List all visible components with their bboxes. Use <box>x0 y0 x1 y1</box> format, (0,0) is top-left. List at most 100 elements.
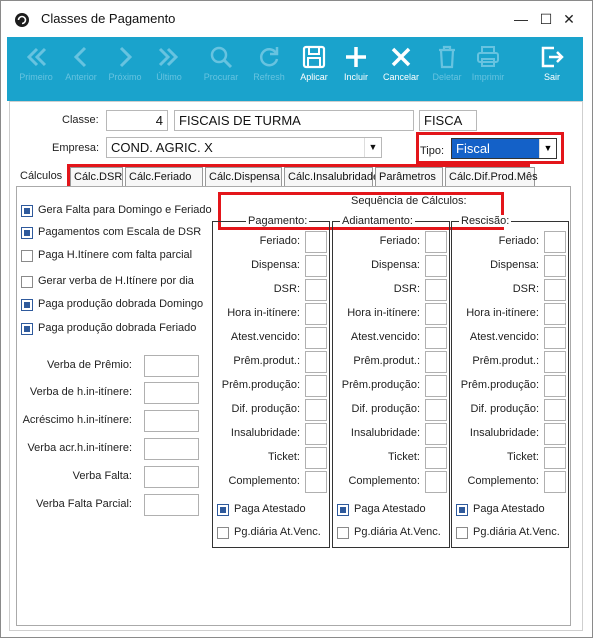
sequencia-row-label: Dif. produção: <box>351 403 420 415</box>
calculos-panel: Gera Falta para Domingo e Feriado Pagamen… <box>16 186 571 626</box>
verba-field[interactable] <box>144 382 199 404</box>
sequencia-order-field[interactable] <box>305 231 327 253</box>
sequencia-order-field[interactable] <box>305 399 327 421</box>
refresh-button[interactable]: Refresh <box>247 41 291 97</box>
sequencia-order-field[interactable] <box>425 399 447 421</box>
close-window-button[interactable]: ✕ <box>557 9 581 29</box>
sequencia-row-label: Prêm.produção: <box>221 379 300 391</box>
sequencia-order-field[interactable] <box>305 255 327 277</box>
sequencia-order-field[interactable] <box>425 279 447 301</box>
classe-code-field[interactable]: 4 <box>106 110 168 131</box>
sair-button[interactable]: Sair <box>530 41 574 97</box>
deletar-button[interactable]: Deletar <box>425 41 469 97</box>
verba-field[interactable] <box>144 410 199 432</box>
sequencia-row-label: Feriado: <box>498 235 539 247</box>
sequencia-title: Sequência de Cálculos: <box>351 195 467 207</box>
verba-label: Verba Falta Parcial: <box>36 498 132 510</box>
sequencia-row-label: Dif. produção: <box>470 403 539 415</box>
sequencia-order-field[interactable] <box>425 255 447 277</box>
sequencia-order-field[interactable] <box>425 375 447 397</box>
minimize-button[interactable]: — <box>509 9 533 29</box>
pg-diaria-checkbox[interactable] <box>456 527 468 539</box>
primeiro-button[interactable]: Primeiro <box>14 41 58 97</box>
verba-field[interactable] <box>144 494 199 516</box>
paga-atestado-checkbox[interactable] <box>456 504 468 516</box>
sequencia-order-field[interactable] <box>305 471 327 493</box>
sequencia-order-field[interactable] <box>305 375 327 397</box>
tipo-select[interactable]: Fiscal ▼ <box>451 138 557 159</box>
paga-atestado-checkbox[interactable] <box>337 504 349 516</box>
sequencia-order-field[interactable] <box>425 351 447 373</box>
sequencia-order-field[interactable] <box>425 471 447 493</box>
incluir-button[interactable]: Incluir <box>334 41 378 97</box>
paga-atestado-checkbox[interactable] <box>217 504 229 516</box>
sequencia-order-field[interactable] <box>544 255 566 277</box>
tab-c-lc-dsr[interactable]: Cálc.DSR <box>70 167 123 187</box>
sequencia-order-field[interactable] <box>305 423 327 445</box>
sequencia-order-field[interactable] <box>544 303 566 325</box>
ultimo-button[interactable]: Último <box>147 41 191 97</box>
ultimo-label: Último <box>156 72 182 82</box>
sequencia-order-field[interactable] <box>544 447 566 469</box>
classe-abbrev-field[interactable]: FISCA <box>419 110 477 131</box>
maximize-button[interactable]: ☐ <box>534 9 558 29</box>
sequencia-row-label: Complemento: <box>348 475 420 487</box>
checkbox-4[interactable] <box>21 299 33 311</box>
sequencia-order-field[interactable] <box>305 327 327 349</box>
verba-label: Verba acr.h.in-itínere: <box>27 442 132 454</box>
form-area: Classe: 4 FISCAIS DE TURMA FISCA Empresa… <box>9 101 583 631</box>
plus-icon <box>346 47 366 67</box>
sequencia-row-label: Feriado: <box>259 235 300 247</box>
checkbox-2[interactable] <box>21 250 33 262</box>
aplicar-button[interactable]: Aplicar <box>292 41 336 97</box>
sequencia-order-field[interactable] <box>544 399 566 421</box>
checkbox-label: Gerar verba de H.Itínere por dia <box>38 275 194 287</box>
sequencia-order-field[interactable] <box>425 231 447 253</box>
sequencia-row-label: Insalubridade: <box>230 427 300 439</box>
imprimir-button[interactable]: Imprimir <box>466 41 510 97</box>
pg-diaria-checkbox[interactable] <box>337 527 349 539</box>
sequencia-order-field[interactable] <box>425 447 447 469</box>
proximo-button[interactable]: Próximo <box>103 41 147 97</box>
title-bar: Classes de Pagamento — ☐ ✕ <box>1 1 592 37</box>
sequencia-order-field[interactable] <box>544 279 566 301</box>
sequencia-order-field[interactable] <box>305 447 327 469</box>
sequencia-order-field[interactable] <box>305 279 327 301</box>
tab-c-lc-feriado[interactable]: Cálc.Feriado <box>125 167 203 187</box>
tab-c-lc-dispensa[interactable]: Cálc.Dispensa <box>205 167 282 187</box>
sequencia-order-field[interactable] <box>544 231 566 253</box>
sequencia-order-field[interactable] <box>544 423 566 445</box>
sequencia-order-field[interactable] <box>305 303 327 325</box>
primeiro-label: Primeiro <box>19 72 53 82</box>
pg-diaria-checkbox[interactable] <box>217 527 229 539</box>
procurar-button[interactable]: Procurar <box>199 41 243 97</box>
verba-field[interactable] <box>144 438 199 460</box>
sequencia-order-field[interactable] <box>425 423 447 445</box>
aplicar-label: Aplicar <box>300 72 328 82</box>
sequencia-order-field[interactable] <box>425 303 447 325</box>
tab-calculos[interactable]: Cálculos <box>20 170 62 182</box>
sequencia-order-field[interactable] <box>425 327 447 349</box>
tab-c-lc-dif-prod-m-s[interactable]: Cálc.Dif.Prod.Mês <box>445 167 538 187</box>
sequencia-row-label: DSR: <box>273 283 300 295</box>
sequencia-order-field[interactable] <box>544 471 566 493</box>
checkbox-1[interactable] <box>21 227 33 239</box>
sequencia-order-field[interactable] <box>544 351 566 373</box>
sequencia-order-field[interactable] <box>544 375 566 397</box>
verba-field[interactable] <box>144 466 199 488</box>
cancelar-button[interactable]: Cancelar <box>379 41 423 97</box>
toolbar: Primeiro Anterior Próximo Último Procurar Ref… <box>7 37 583 101</box>
exit-icon <box>541 46 564 68</box>
checkbox-3[interactable] <box>21 276 33 288</box>
checkbox-0[interactable] <box>21 205 33 217</box>
sequencia-order-field[interactable] <box>544 327 566 349</box>
empresa-select[interactable]: COND. AGRIC. X ▼ <box>106 137 382 158</box>
classe-name-field[interactable]: FISCAIS DE TURMA <box>174 110 414 131</box>
checkbox-5[interactable] <box>21 323 33 335</box>
verba-field[interactable] <box>144 355 199 377</box>
anterior-button[interactable]: Anterior <box>59 41 103 97</box>
sequencia-row-label: Atest.vencido: <box>230 331 300 343</box>
tab-c-lc-insalubridade[interactable]: Cálc.Insalubridade <box>284 167 379 187</box>
sequencia-order-field[interactable] <box>305 351 327 373</box>
tab-par-metros[interactable]: Parâmetros <box>375 167 443 187</box>
